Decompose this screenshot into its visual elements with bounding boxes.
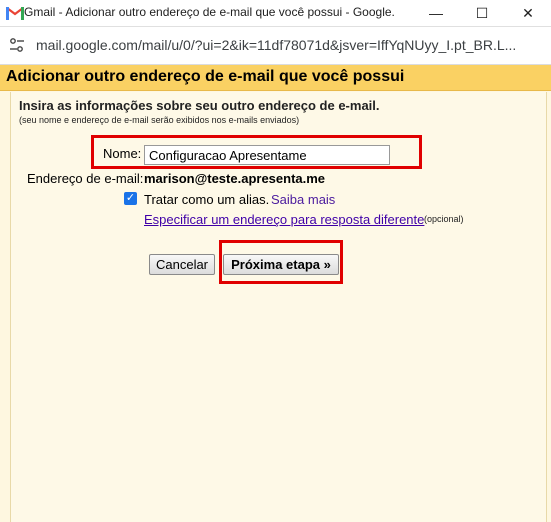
- url-text[interactable]: mail.google.com/mail/u/0/?ui=2&ik=11df78…: [36, 37, 536, 53]
- instructions-text: Insira as informações sobre seu outro en…: [19, 98, 380, 113]
- window-titlebar: Gmail - Adicionar outro endereço de e-ma…: [0, 0, 551, 27]
- optional-note: (opcional): [424, 214, 464, 224]
- site-settings-icon[interactable]: [9, 37, 25, 53]
- dialog-header: Adicionar outro endereço de e-mail que v…: [0, 65, 551, 91]
- checkbox-checked-icon: ✓: [125, 192, 136, 204]
- cancel-button[interactable]: Cancelar: [149, 254, 215, 275]
- alias-label: Tratar como um alias.: [144, 192, 270, 207]
- highlight-box-next: [219, 240, 343, 284]
- window-title: Gmail - Adicionar outro endereço de e-ma…: [24, 5, 394, 19]
- learn-more-link[interactable]: Saiba mais: [271, 192, 335, 207]
- email-value: marison@teste.apresenta.me: [144, 171, 326, 186]
- reply-to-link[interactable]: Especificar um endereço para resposta di…: [144, 212, 424, 227]
- minimize-button[interactable]: —: [413, 0, 459, 26]
- instructions-note: (seu nome e endereço de e-mail serão exi…: [19, 115, 300, 125]
- maximize-button[interactable]: ☐: [459, 0, 505, 26]
- dialog-title: Adicionar outro endereço de e-mail que v…: [6, 68, 405, 85]
- gmail-icon: [6, 6, 24, 20]
- highlight-box-name: [91, 135, 422, 169]
- email-label: Endereço de e-mail:: [27, 171, 144, 186]
- close-button[interactable]: ✕: [505, 0, 551, 26]
- alias-checkbox[interactable]: ✓: [124, 192, 137, 205]
- address-bar[interactable]: mail.google.com/mail/u/0/?ui=2&ik=11df78…: [0, 27, 551, 65]
